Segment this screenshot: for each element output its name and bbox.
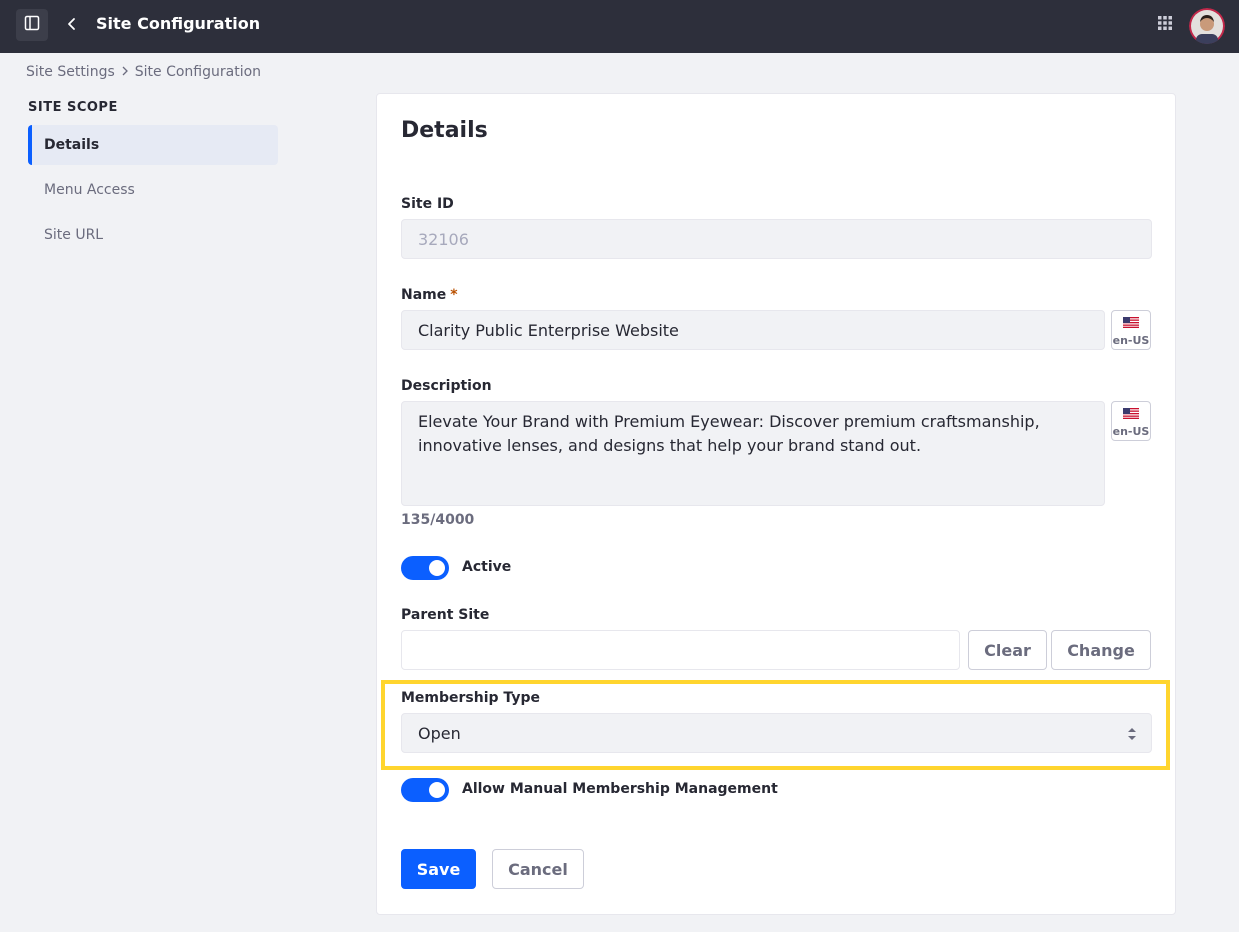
breadcrumb: Site Settings Site Configuration	[26, 64, 261, 80]
character-counter: 135/4000	[401, 512, 475, 528]
us-flag-icon	[1123, 404, 1139, 423]
nav-item-label: Menu Access	[44, 182, 135, 198]
membership-type-select[interactable]: Open	[401, 713, 1152, 753]
site-id-label: Site ID	[401, 196, 454, 212]
active-label: Active	[462, 559, 512, 575]
cancel-button[interactable]: Cancel	[492, 849, 584, 889]
description-locale-button[interactable]: en-US	[1111, 401, 1151, 441]
card-title: Details	[401, 118, 488, 143]
name-label: Name *	[401, 287, 458, 303]
description-value: Elevate Your Brand with Premium Eyewear:…	[418, 412, 1040, 455]
clear-button[interactable]: Clear	[968, 630, 1047, 670]
sidebar-panel-icon	[24, 15, 40, 35]
breadcrumb-item-site-settings[interactable]: Site Settings	[26, 64, 115, 80]
toggle-knob	[429, 782, 445, 798]
active-toggle[interactable]	[401, 556, 449, 580]
name-locale-button[interactable]: en-US	[1111, 310, 1151, 350]
back-button[interactable]	[60, 13, 84, 37]
user-avatar[interactable]	[1189, 8, 1225, 44]
nav-item-site-url[interactable]: Site URL	[28, 215, 278, 255]
save-button[interactable]: Save	[401, 849, 476, 889]
name-value: Clarity Public Enterprise Website	[418, 320, 679, 340]
top-bar: Site Configuration	[0, 0, 1239, 53]
change-button[interactable]: Change	[1051, 630, 1151, 670]
chevron-right-icon	[121, 65, 129, 79]
site-id-value: 32106	[418, 229, 469, 249]
nav-section-title: SITE SCOPE	[28, 100, 118, 115]
grid-icon	[1157, 15, 1173, 35]
parent-site-input[interactable]	[401, 630, 960, 670]
breadcrumb-item-site-configuration: Site Configuration	[134, 64, 262, 80]
manual-membership-label: Allow Manual Membership Management	[462, 781, 778, 797]
description-textarea[interactable]: Elevate Your Brand with Premium Eyewear:…	[401, 401, 1105, 506]
apps-menu-button[interactable]	[1153, 13, 1177, 37]
sidebar-toggle-button[interactable]	[16, 9, 48, 41]
name-input[interactable]: Clarity Public Enterprise Website	[401, 310, 1105, 350]
description-locale-code: en-US	[1112, 425, 1150, 438]
page-title: Site Configuration	[96, 14, 261, 33]
membership-type-value: Open	[418, 723, 461, 743]
required-marker: *	[450, 287, 458, 303]
manual-membership-toggle[interactable]	[401, 778, 449, 802]
select-caret-icon	[1127, 726, 1137, 742]
toggle-knob	[429, 560, 445, 576]
parent-site-label: Parent Site	[401, 607, 490, 623]
name-label-text: Name	[401, 287, 447, 303]
nav-item-label: Details	[44, 137, 100, 153]
nav-item-label: Site URL	[44, 227, 104, 243]
us-flag-icon	[1123, 313, 1139, 332]
site-id-field: 32106	[401, 219, 1152, 259]
description-label: Description	[401, 378, 492, 394]
nav-item-menu-access[interactable]: Menu Access	[28, 170, 278, 210]
details-card: Details Site ID 32106 Name * Clarity Publ…	[376, 93, 1176, 915]
chevron-left-icon	[65, 16, 79, 35]
membership-type-label: Membership Type	[401, 690, 540, 706]
nav-item-details[interactable]: Details	[28, 125, 278, 165]
name-locale-code: en-US	[1112, 334, 1150, 347]
